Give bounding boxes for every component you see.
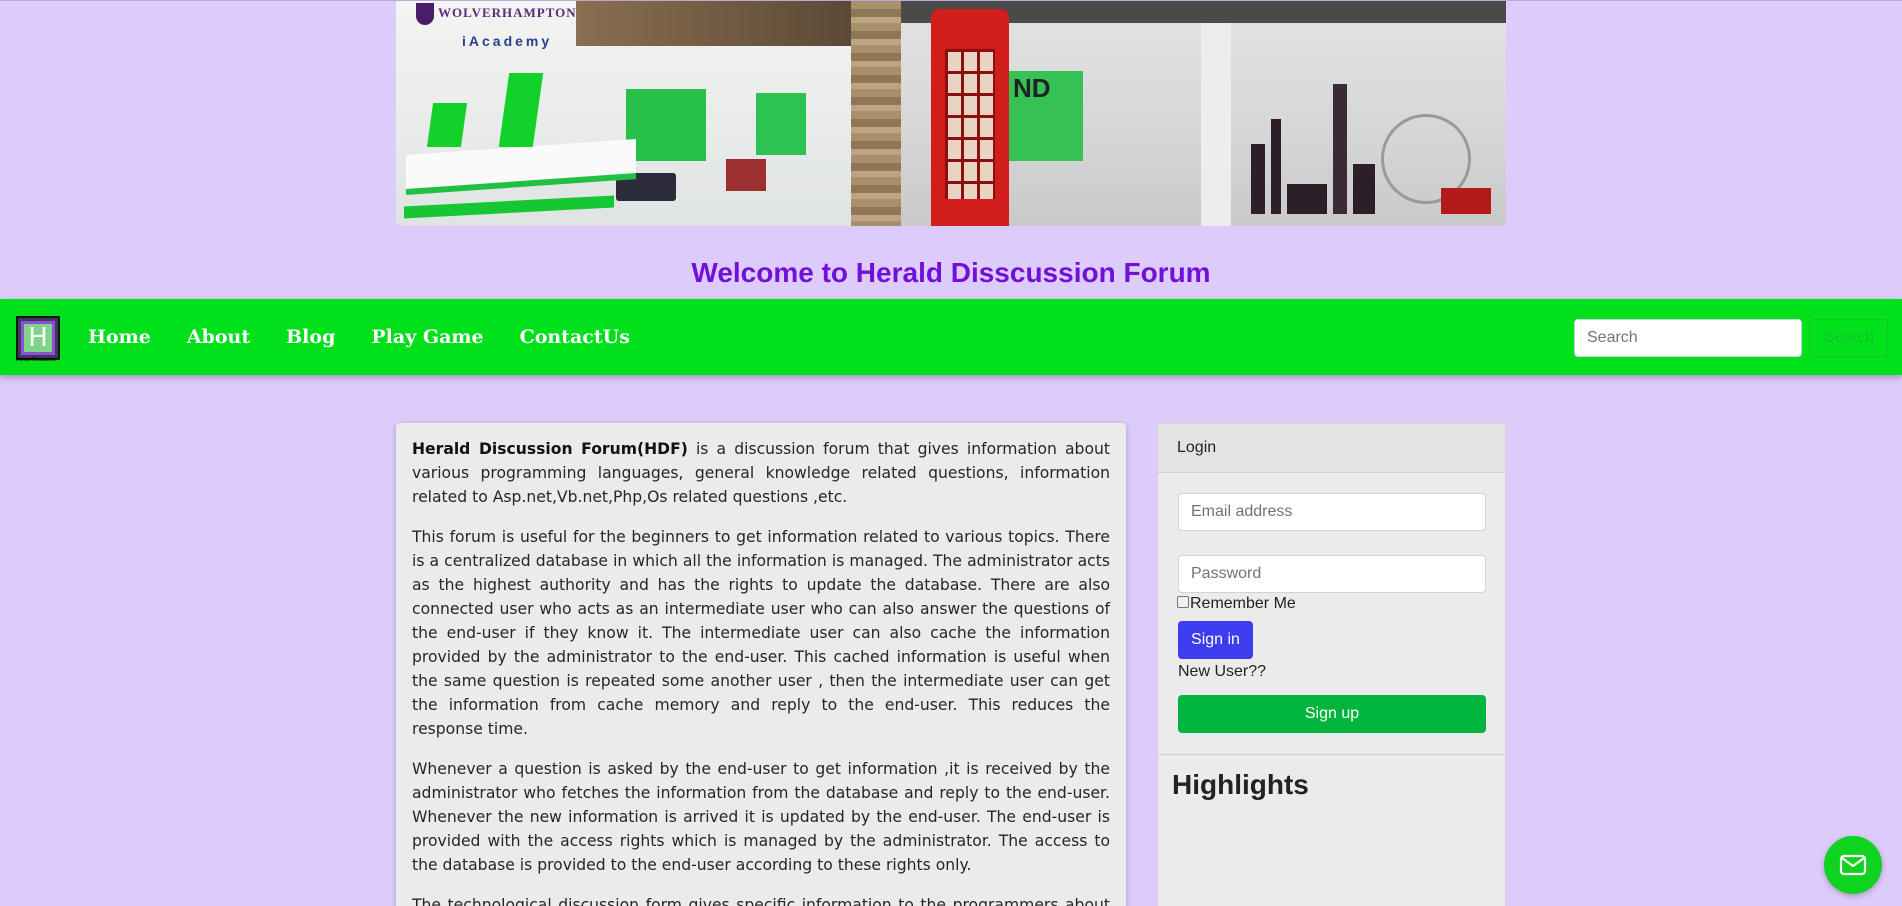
university-logo: WOLVERHAMPTON — [416, 3, 577, 25]
search-input[interactable] — [1574, 319, 1802, 357]
paragraph-2: This forum is useful for the beginners t… — [412, 528, 1110, 738]
login-form: Remember Me Sign in New User?? Sign up — [1158, 473, 1505, 733]
banner-sign-text: ND — [1013, 73, 1051, 103]
header-banner-image: WOLVERHAMPTON iAcademy ND — [396, 1, 1506, 226]
remember-me-label: Remember Me — [1190, 595, 1296, 612]
sign-up-button[interactable]: Sign up — [1178, 695, 1486, 733]
page-title: Welcome to Herald Disscussion Forum — [691, 257, 1211, 288]
intro-paragraph: Herald Discussion Forum(HDF) is a discus… — [412, 437, 1110, 509]
paragraph-3: Whenever a question is asked by the end-… — [412, 760, 1110, 874]
site-logo[interactable]: H Herald Discussion — [16, 316, 60, 363]
login-sidebar: Login Remember Me Sign in New User?? Sig… — [1157, 423, 1506, 906]
search-button[interactable]: Search — [1810, 319, 1888, 357]
nav-link-play-game[interactable]: Play Game — [371, 326, 483, 348]
academy-logo-text: iAcademy — [462, 33, 553, 49]
banner-panel-london: ND — [901, 1, 1506, 226]
new-user-text: New User?? — [1178, 663, 1267, 680]
forum-name: Herald Discussion Forum(HDF) — [412, 440, 688, 458]
password-field[interactable] — [1178, 555, 1486, 593]
nav-link-blog[interactable]: Blog — [286, 326, 335, 348]
email-field[interactable] — [1178, 493, 1486, 531]
logo-letter: H — [21, 321, 55, 355]
london-skyline-graphic — [1241, 64, 1491, 214]
highlights-title: Highlights — [1172, 769, 1309, 800]
remember-me-checkbox[interactable] — [1177, 596, 1189, 608]
sign-in-button[interactable]: Sign in — [1178, 621, 1253, 659]
university-shield-icon — [416, 3, 434, 25]
red-phone-box — [931, 9, 1009, 226]
login-header: Login — [1158, 424, 1505, 473]
banner-panel-reception: WOLVERHAMPTON iAcademy — [396, 1, 851, 226]
logo-caption: Herald Discussion — [16, 357, 57, 363]
paragraph-4: The technological discussion form gives … — [412, 896, 1110, 906]
mail-icon — [1839, 854, 1867, 876]
nav-link-home[interactable]: Home — [88, 326, 151, 348]
nav-link-contactus[interactable]: ContactUs — [520, 326, 630, 348]
contact-mail-button[interactable] — [1824, 836, 1882, 894]
about-content-card: Herald Discussion Forum(HDF) is a discus… — [396, 423, 1126, 906]
nav-link-about[interactable]: About — [187, 326, 250, 348]
banner-panel-stone-wall — [851, 1, 901, 226]
nav-links: Home About Blog Play Game ContactUs — [88, 299, 666, 375]
remember-me[interactable]: Remember Me — [1177, 595, 1485, 613]
